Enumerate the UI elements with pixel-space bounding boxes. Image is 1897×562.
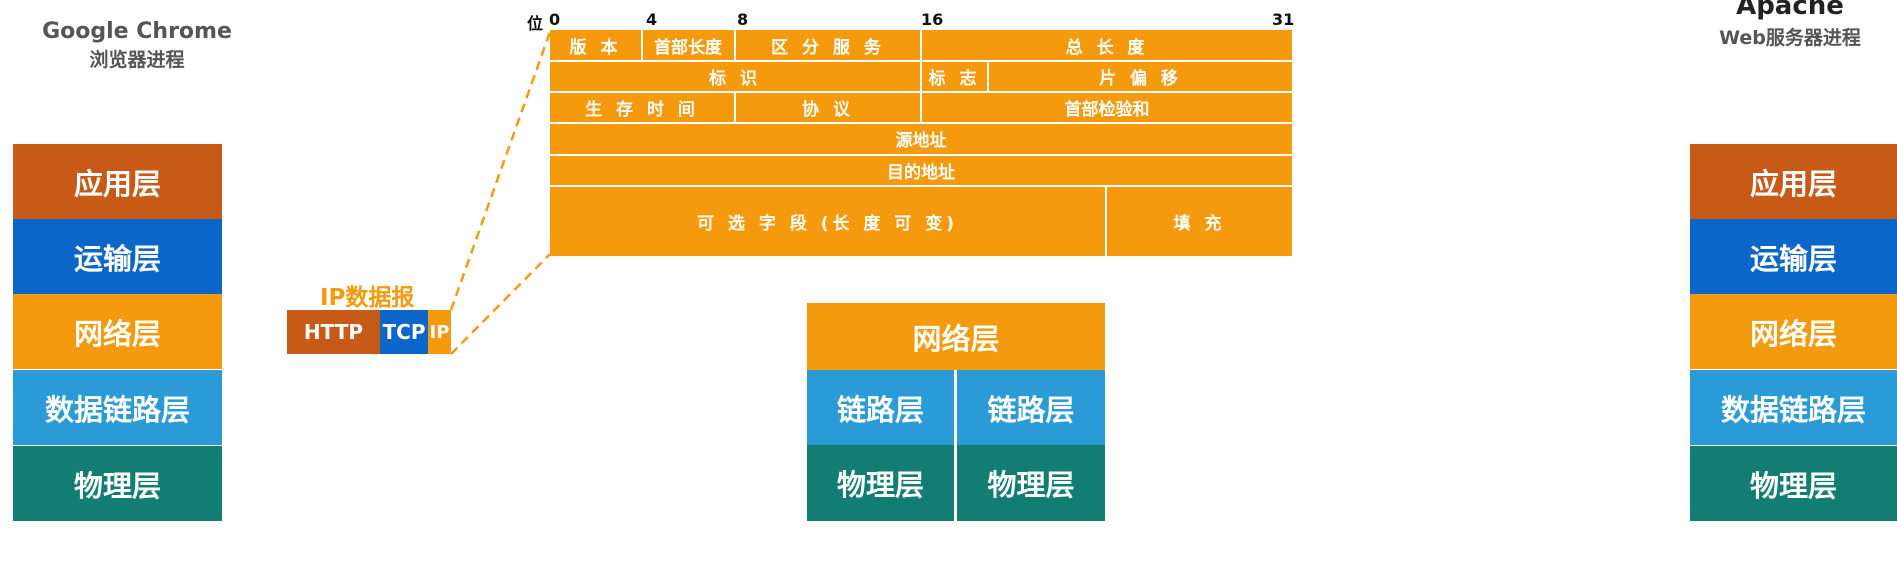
expansion-line-bottom [450, 253, 551, 355]
field-padding: 填 充 [1173, 213, 1226, 234]
bit-16: 16 [921, 10, 944, 29]
field-header-checksum: 首部检验和 [1064, 99, 1150, 120]
router-stack: 网络层 链路层 链路层 物理层 物理层 [807, 303, 1105, 521]
packet-segment-tcp: TCP [380, 310, 428, 354]
field-protocol: 协 议 [802, 99, 854, 120]
router-layer-physical-left: 物理层 [807, 445, 954, 521]
field-flags: 标 志 [928, 68, 981, 89]
router-layer-link-right: 链路层 [957, 370, 1105, 445]
field-identification: 标 识 [709, 68, 761, 89]
field-source-address: 源地址 [895, 131, 947, 151]
field-header-length: 首部长度 [654, 37, 722, 58]
bit-31: 31 [1272, 10, 1295, 29]
field-version: 版 本 [569, 37, 622, 58]
ip-datagram-label: IP数据报 [320, 285, 415, 311]
router-layer-network: 网络层 [807, 303, 1105, 370]
ip-header-grid: 版 本 首部长度 区 分 服 务 总 长 度 标 识 标 志 片 偏 移 生 存… [550, 30, 1292, 256]
field-total-length: 总 长 度 [1065, 37, 1149, 58]
bit-prefix: 位 [527, 14, 544, 33]
field-options: 可 选 字 段 (长 度 可 变) [697, 213, 958, 234]
field-differentiated-services: 区 分 服 务 [771, 37, 885, 58]
bit-0: 0 [549, 10, 561, 29]
packet-segment-http: HTTP [287, 310, 380, 354]
field-ttl: 生 存 时 间 [585, 99, 699, 120]
router-layer-physical-right: 物理层 [957, 445, 1105, 521]
router-layer-link-left: 链路层 [807, 370, 954, 445]
bit-8: 8 [737, 10, 749, 29]
field-fragment-offset: 片 偏 移 [1099, 68, 1182, 89]
packet-segment-ip: IP [428, 310, 451, 354]
bit-4: 4 [646, 10, 658, 29]
field-destination-address: 目的地址 [887, 162, 955, 183]
